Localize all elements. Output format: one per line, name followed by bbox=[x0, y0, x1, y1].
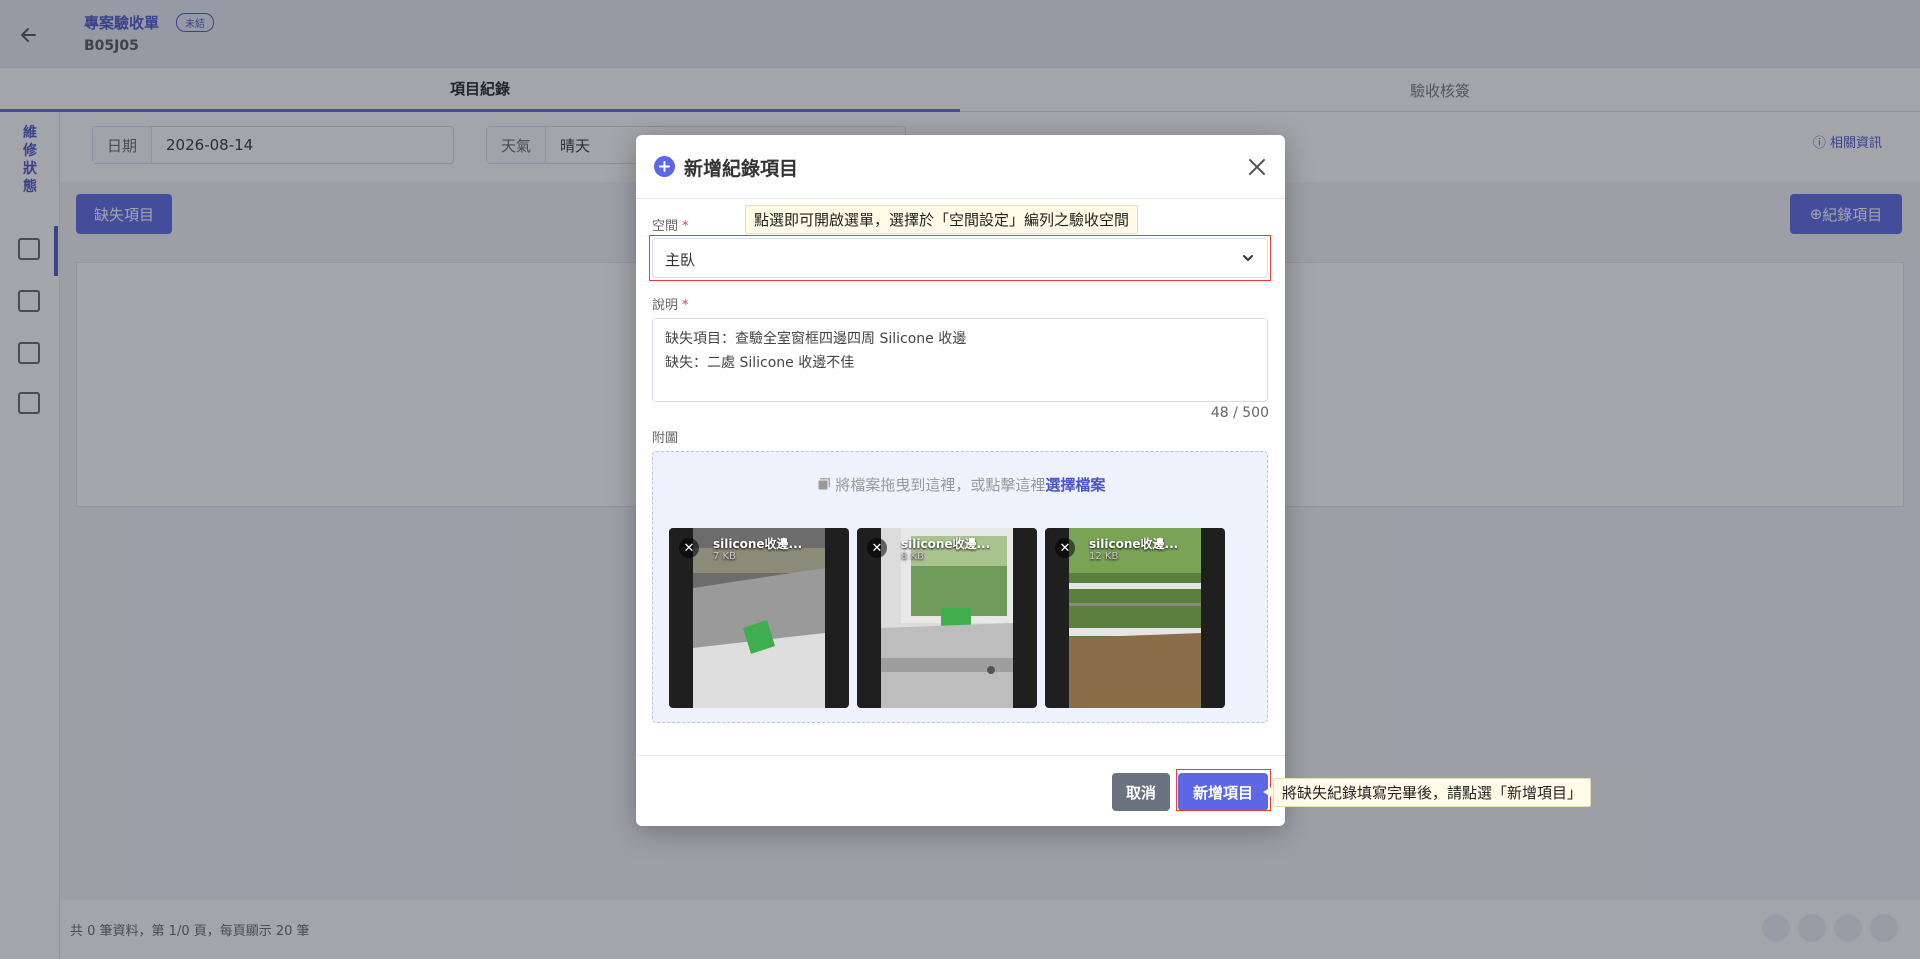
dropzone-text: 將檔案拖曳到這裡，或點擊這裡 bbox=[835, 476, 1046, 494]
attachment-thumbnail: ✕ silicone收邊... 7 KB bbox=[669, 528, 849, 708]
tooltip-arrow bbox=[1263, 786, 1273, 798]
space-select-tooltip: 點選即可開啟選單，選擇於「空間設定」編列之驗收空間 bbox=[745, 205, 1139, 234]
attachment-size: 12 KB bbox=[1089, 551, 1119, 562]
add-item-button[interactable]: 新增項目 bbox=[1178, 773, 1268, 811]
space-field-label: 空間 * bbox=[652, 219, 689, 234]
attachment-name: silicone收邊... bbox=[1089, 537, 1179, 551]
dialog-header: 新增紀錄項目 bbox=[636, 135, 1285, 199]
remove-attachment-button[interactable]: ✕ bbox=[867, 538, 887, 558]
chevron-down-icon bbox=[1243, 255, 1253, 261]
description-textarea[interactable]: 缺失項目：查驗全室窗框四邊四周 Silicone 收邊 缺失：二處 Silico… bbox=[652, 318, 1268, 402]
attachment-field-label: 附圖 bbox=[652, 431, 679, 446]
space-select[interactable]: 主臥 bbox=[652, 238, 1268, 278]
close-icon bbox=[1249, 159, 1265, 175]
choose-file-link[interactable]: 選擇檔案 bbox=[1045, 476, 1105, 494]
cancel-button[interactable]: 取消 bbox=[1112, 773, 1170, 811]
attachment-thumbnail: ✕ silicone收邊... 12 KB bbox=[1045, 528, 1225, 708]
plus-circle-icon bbox=[654, 156, 675, 177]
char-counter: 48 / 500 bbox=[1210, 405, 1269, 421]
remove-attachment-button[interactable]: ✕ bbox=[1055, 538, 1075, 558]
attachment-name: silicone收邊... bbox=[713, 537, 803, 551]
dropzone-prompt: 將檔案拖曳到這裡，或點擊這裡選擇檔案 bbox=[653, 474, 1269, 495]
images-icon bbox=[817, 478, 830, 491]
dialog-footer: 取消 新增項目 bbox=[636, 755, 1285, 826]
remove-attachment-button[interactable]: ✕ bbox=[679, 538, 699, 558]
space-label-text: 空間 bbox=[652, 219, 679, 234]
close-button[interactable] bbox=[1243, 153, 1271, 181]
space-select-value: 主臥 bbox=[665, 251, 696, 269]
description-label-text: 說明 bbox=[652, 298, 679, 313]
add-item-tooltip: 將缺失紀錄填寫完畢後，請點選「新增項目」 bbox=[1273, 778, 1592, 807]
dialog-title: 新增紀錄項目 bbox=[684, 158, 799, 180]
attachment-thumbnail: ✕ silicone收邊... 8 KB bbox=[857, 528, 1037, 708]
add-record-dialog: 新增紀錄項目 空間 * 主臥 說明 * 缺失項目：查驗全室窗框四邊四周 Silico… bbox=[636, 135, 1285, 826]
description-field-label: 說明 * bbox=[652, 298, 689, 313]
file-dropzone[interactable]: 將檔案拖曳到這裡，或點擊這裡選擇檔案 ✕ silicone收邊... 7 KB bbox=[652, 451, 1268, 723]
attachment-size: 8 KB bbox=[901, 551, 924, 562]
attachment-size: 7 KB bbox=[713, 551, 736, 562]
attachment-name: silicone收邊... bbox=[901, 537, 991, 551]
